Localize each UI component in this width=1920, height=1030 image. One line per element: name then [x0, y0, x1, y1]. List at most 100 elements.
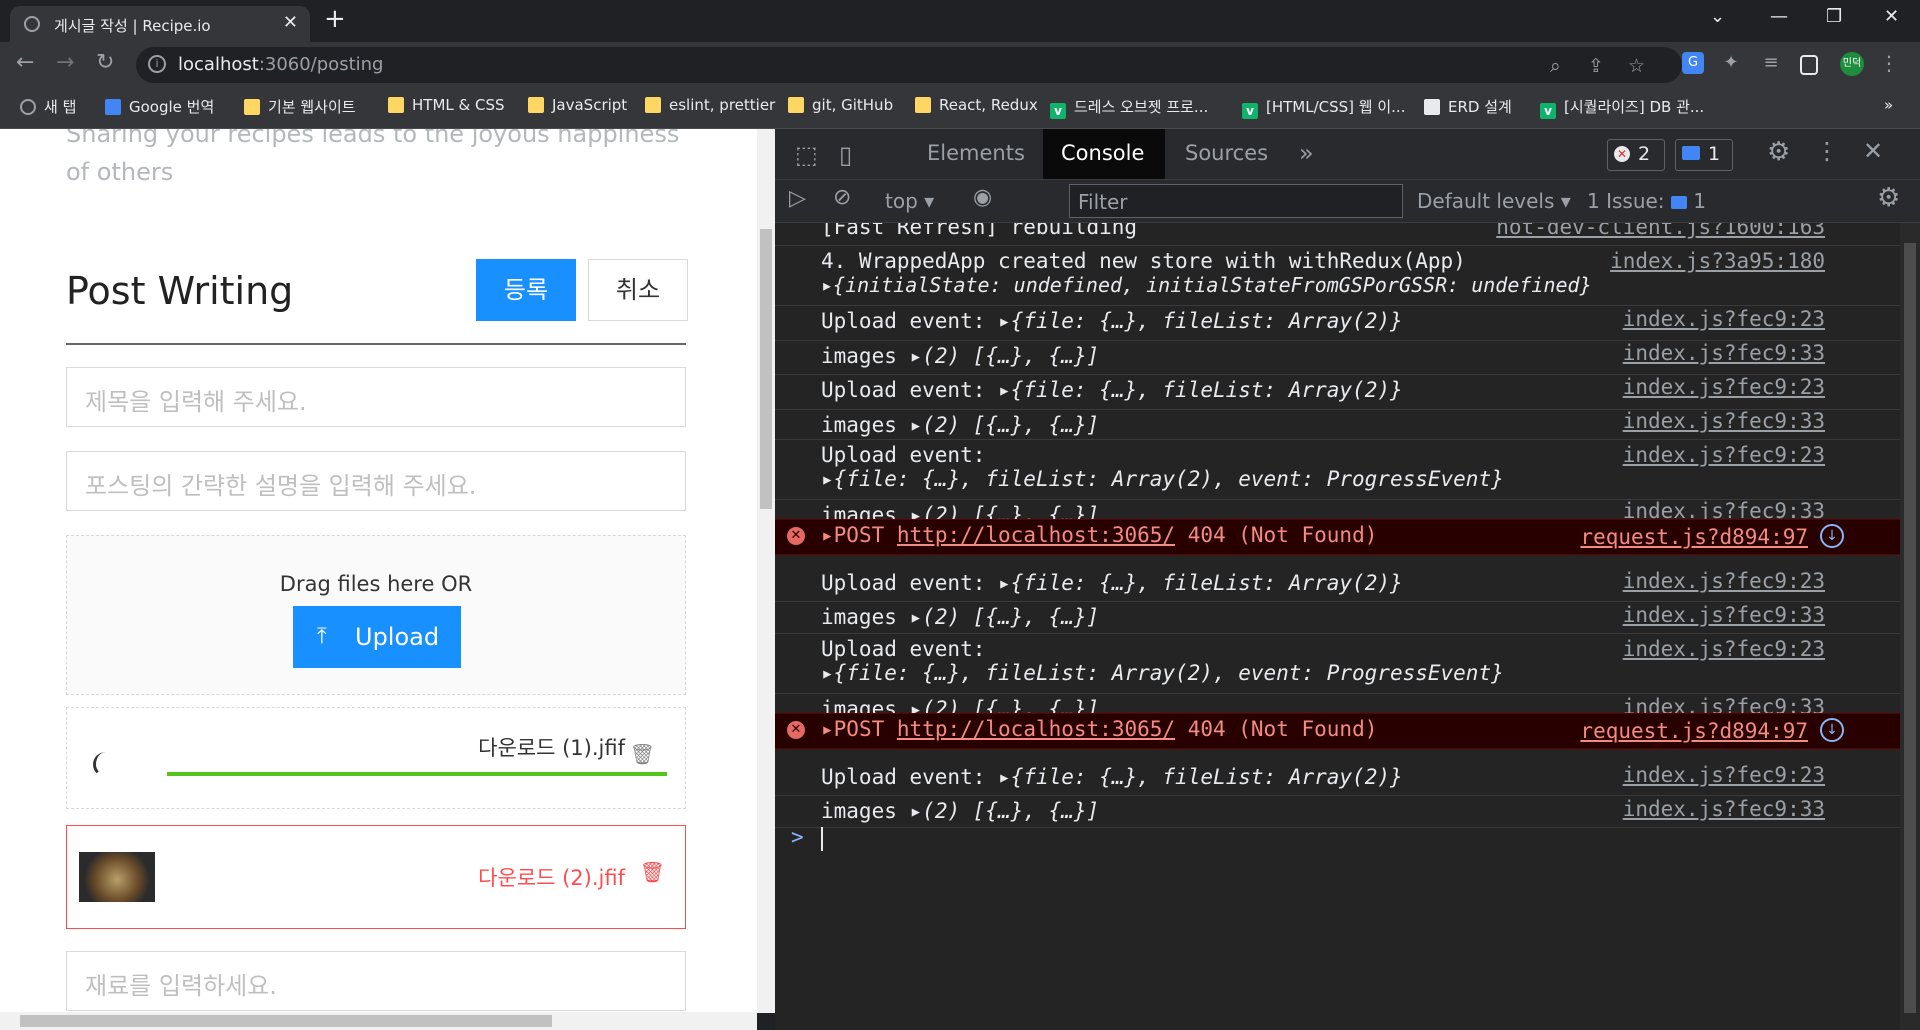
share-icon[interactable]: ⇪	[1588, 55, 1604, 77]
forward-icon[interactable]: →	[56, 50, 74, 75]
expand-arrow-icon[interactable]: ▸	[910, 344, 923, 368]
log-object[interactable]: ▸{initialState: undefined, initialStateF…	[821, 273, 1592, 297]
title-input[interactable]: 제목을 입력해 주세요.	[66, 367, 686, 427]
error-url-link[interactable]: http://localhost:3065/	[897, 523, 1175, 547]
upload-button[interactable]: ⤒ Upload	[293, 606, 461, 668]
expand-arrow-icon[interactable]: ▸	[910, 413, 923, 437]
site-info-icon[interactable]: i	[148, 55, 166, 73]
bookmark-item[interactable]: v 드레스 오브젯 프로...	[1050, 96, 1208, 119]
console-scrollbar[interactable]	[1900, 223, 1920, 1030]
expand-arrow-icon[interactable]: ▸	[998, 378, 1011, 402]
new-tab-button[interactable]: +	[324, 4, 346, 34]
scrollbar-thumb[interactable]	[760, 229, 772, 509]
tab-elements[interactable]: Elements	[927, 141, 1025, 165]
expand-arrow-icon[interactable]: ▸	[998, 571, 1011, 595]
more-bookmarks-icon[interactable]: »	[1884, 96, 1893, 114]
error-count-badge[interactable]: ✕ 2	[1607, 139, 1665, 171]
back-icon[interactable]: ←	[16, 50, 34, 75]
log-source-link[interactable]: index.js?fec9:33	[1623, 603, 1825, 627]
zoom-icon[interactable]: ⌕	[1550, 55, 1561, 77]
reload-icon[interactable]: ↻	[96, 50, 114, 75]
error-url-link[interactable]: http://localhost:3065/	[897, 717, 1175, 741]
settings-gear-icon[interactable]: ⚙	[1767, 137, 1790, 167]
bookmark-folder[interactable]: git, GitHub	[788, 96, 893, 114]
clear-console-icon[interactable]: ⊘	[833, 185, 851, 210]
bookmark-folder[interactable]: 기본 웹사이트	[244, 96, 356, 117]
inspect-icon[interactable]: ⬚	[795, 141, 818, 169]
log-source-link[interactable]: index.js?fec9:23	[1623, 763, 1825, 787]
sidebar-toggle-icon[interactable]: ▷	[789, 186, 806, 211]
log-object[interactable]: ▸{file: {…}, fileList: Array(2), event: …	[821, 661, 1504, 685]
bookmark-star-icon[interactable]: ☆	[1628, 55, 1645, 77]
expand-arrow-icon[interactable]: ▸	[910, 799, 923, 823]
address-bar[interactable]: i localhost:3060/posting ⌕ ⇪ ☆	[136, 47, 1682, 83]
ingredient-input[interactable]: 재료를 입력하세요.	[66, 951, 686, 1011]
submit-button[interactable]: 등록	[476, 259, 576, 321]
bookmark-item[interactable]: Google 번역	[105, 96, 214, 117]
delete-icon[interactable]: 🗑	[630, 742, 655, 766]
log-levels-select[interactable]: Default levels ▾	[1417, 189, 1571, 213]
devtools-menu-icon[interactable]: ⋮	[1815, 137, 1839, 165]
console-input-caret[interactable]	[821, 827, 823, 851]
issues-button[interactable]: 1 Issue: 1	[1587, 189, 1706, 213]
close-tab-icon[interactable]: ✕	[283, 12, 298, 33]
network-request-icon[interactable]: ↓	[1820, 718, 1844, 742]
bookmark-item[interactable]: 새 탭	[20, 96, 76, 117]
expand-arrow-icon[interactable]: ▸	[998, 309, 1011, 333]
log-source-link[interactable]: index.js?fec9:23	[1623, 307, 1825, 331]
close-window-button[interactable]: ✕	[1884, 6, 1899, 27]
profile-avatar[interactable]: 민덕	[1840, 52, 1864, 76]
delete-icon[interactable]: 🗑	[640, 860, 665, 884]
device-toolbar-icon[interactable]: ▯	[839, 141, 852, 169]
tab-console[interactable]: Console	[1043, 129, 1165, 179]
expand-arrow-icon[interactable]: ▸	[821, 523, 834, 547]
bookmark-item[interactable]: ERD 설계	[1424, 96, 1512, 117]
log-source-link[interactable]: index.js?3a95:180	[1610, 249, 1825, 273]
log-source-link[interactable]: request.js?d894:97	[1580, 719, 1808, 743]
bookmark-folder[interactable]: HTML & CSS	[388, 96, 505, 114]
console-filter-input[interactable]: Filter	[1069, 184, 1403, 218]
more-tabs-icon[interactable]: »	[1299, 139, 1314, 167]
message-count-badge[interactable]: 1	[1675, 139, 1733, 171]
bookmark-item[interactable]: v [시퀄라이즈] DB 관...	[1540, 96, 1704, 119]
restore-button[interactable]: ❐	[1826, 6, 1842, 27]
expand-arrow-icon[interactable]: ▸	[998, 765, 1011, 789]
log-source-link[interactable]: index.js?fec9:33	[1623, 409, 1825, 433]
cancel-button[interactable]: 취소	[588, 259, 688, 321]
page-horizontal-scrollbar[interactable]	[0, 1012, 757, 1030]
scrollbar-thumb[interactable]	[1904, 243, 1916, 1013]
log-source-link[interactable]: hot-dev-client.js?1600:163	[1496, 223, 1825, 239]
log-source-link[interactable]: index.js?fec9:33	[1623, 341, 1825, 365]
log-source-link[interactable]: index.js?fec9:23	[1623, 569, 1825, 593]
minimize-button[interactable]: —	[1770, 6, 1788, 27]
bookmark-folder[interactable]: React, Redux	[915, 96, 1038, 114]
expand-arrow-icon[interactable]: ▸	[910, 605, 923, 629]
expand-arrow-icon[interactable]: ▸	[821, 717, 834, 741]
log-source-link[interactable]: request.js?d894:97	[1580, 525, 1808, 549]
bookmark-folder[interactable]: JavaScript	[528, 96, 627, 114]
page-vertical-scrollbar[interactable]	[757, 129, 775, 1013]
side-panel-icon[interactable]	[1800, 55, 1818, 75]
bookmark-folder[interactable]: eslint, prettier	[645, 96, 775, 114]
log-object[interactable]: ▸{file: {…}, fileList: Array(2), event: …	[821, 467, 1504, 491]
bookmark-item[interactable]: v [HTML/CSS] 웹 이...	[1242, 96, 1405, 119]
log-source-link[interactable]: index.js?fec9:23	[1623, 637, 1825, 661]
close-devtools-icon[interactable]: ✕	[1863, 137, 1883, 165]
reading-list-icon[interactable]: ≡	[1760, 52, 1782, 74]
extensions-icon[interactable]: ✦	[1720, 52, 1742, 74]
live-expression-eye-icon[interactable]: ◉	[973, 185, 992, 210]
tab-search-icon[interactable]: ⌄	[1710, 6, 1725, 27]
network-request-icon[interactable]: ↓	[1820, 524, 1844, 548]
log-source-link[interactable]: index.js?fec9:23	[1623, 375, 1825, 399]
description-input[interactable]: 포스팅의 간략한 설명을 입력해 주세요.	[66, 451, 686, 511]
log-source-link[interactable]: index.js?fec9:23	[1623, 443, 1825, 467]
console-settings-gear-icon[interactable]: ⚙	[1877, 183, 1900, 213]
scrollbar-thumb[interactable]	[20, 1015, 552, 1027]
context-select[interactable]: top ▾	[885, 189, 934, 213]
browser-tab[interactable]: 게시글 작성 | Recipe.io ✕	[10, 6, 310, 42]
tab-sources[interactable]: Sources	[1185, 141, 1268, 165]
log-source-link[interactable]: index.js?fec9:33	[1623, 797, 1825, 821]
menu-icon[interactable]: ⋮	[1878, 52, 1900, 74]
google-translate-icon[interactable]: G	[1682, 52, 1704, 74]
upload-dropzone[interactable]: Drag files here OR ⤒ Upload	[66, 535, 686, 695]
